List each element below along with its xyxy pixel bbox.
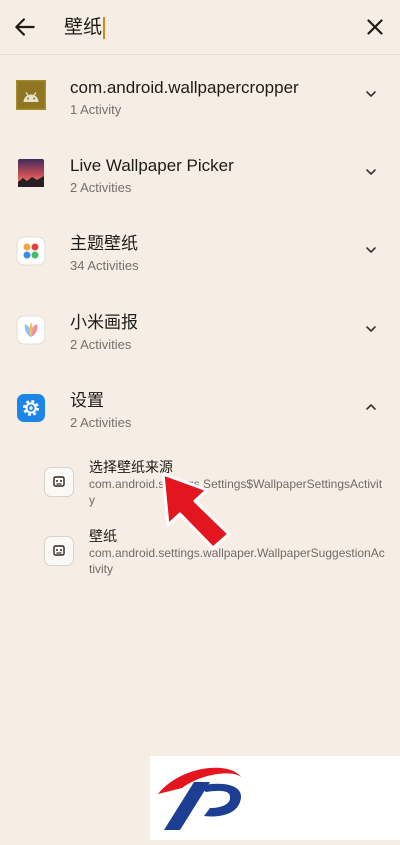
app-row-settings[interactable]: 设置 2 Activities — [0, 390, 400, 460]
search-bar: 壁纸 — [0, 0, 400, 55]
watermark-logo — [150, 756, 400, 840]
mi-pictorial-icon — [16, 315, 46, 345]
activity-count: 2 Activities — [70, 180, 132, 195]
app-name: 设置 — [70, 391, 104, 410]
app-name: 小米画报 — [70, 313, 138, 332]
chevron-down-icon[interactable] — [364, 165, 378, 179]
close-icon[interactable] — [362, 14, 388, 40]
activity-count: 2 Activities — [70, 337, 132, 352]
activity-count: 1 Activity — [70, 102, 122, 117]
back-arrow-icon[interactable] — [12, 14, 38, 40]
app-row-wallpapercropper[interactable]: com.android.wallpapercropper 1 Activity — [0, 77, 400, 147]
wallpaper-picker-icon — [18, 159, 44, 187]
activity-class-name: com.android.settings.wallpaper.Wallpaper… — [89, 546, 385, 576]
activity-icon — [44, 536, 74, 566]
theme-wallpaper-icon — [16, 236, 46, 266]
chevron-down-icon[interactable] — [364, 243, 378, 257]
activity-class-name: com.android.settings.Settings$WallpaperS… — [89, 477, 383, 507]
activity-count: 34 Activities — [70, 258, 139, 273]
app-name: Live Wallpaper Picker — [70, 156, 234, 175]
app-row-theme-wallpaper[interactable]: 主题壁纸 34 Activities — [0, 233, 400, 303]
app-row-live-wallpaper-picker[interactable]: Live Wallpaper Picker 2 Activities — [0, 155, 400, 225]
app-name: 主题壁纸 — [70, 234, 138, 253]
app-row-mi-pictorial[interactable]: 小米画报 2 Activities — [0, 312, 400, 382]
activity-title: 壁纸 — [89, 528, 117, 544]
chevron-up-icon[interactable] — [364, 400, 378, 414]
search-query-text: 壁纸 — [64, 17, 103, 38]
chevron-down-icon[interactable] — [364, 322, 378, 336]
activity-icon — [44, 467, 74, 497]
text-cursor — [103, 16, 106, 39]
settings-gear-icon — [17, 394, 45, 422]
app-name: com.android.wallpapercropper — [70, 78, 299, 97]
search-input[interactable]: 壁纸 — [64, 16, 106, 40]
android-icon — [16, 80, 46, 110]
chevron-down-icon[interactable] — [364, 87, 378, 101]
activity-count: 2 Activities — [70, 415, 132, 430]
red-pointer-arrow-icon — [161, 472, 231, 550]
